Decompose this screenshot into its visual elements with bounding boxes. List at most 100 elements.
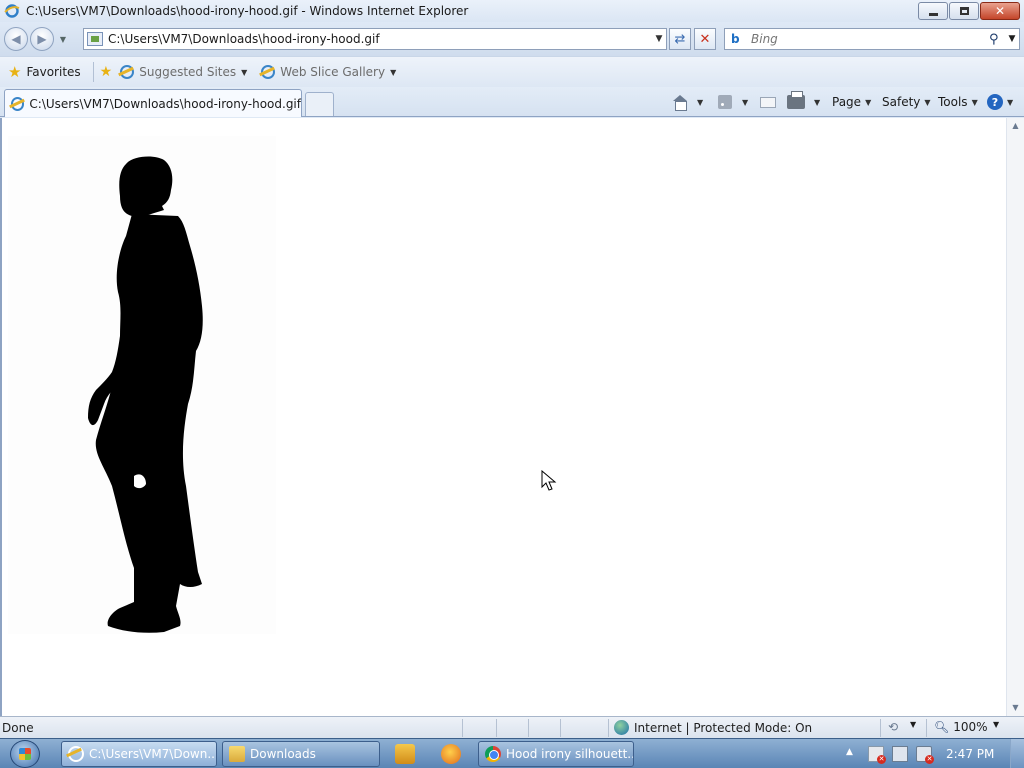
chevron-down-icon: ▼ bbox=[1007, 97, 1014, 107]
refresh-icon: ⇄ bbox=[674, 31, 686, 47]
clock[interactable]: 2:47 PM bbox=[946, 747, 994, 761]
zoom-dropdown-icon[interactable]: ▼ bbox=[993, 720, 999, 729]
address-dropdown[interactable]: ▼ bbox=[652, 34, 666, 44]
taskbar-button-chrome[interactable]: Hood irony silhouett... bbox=[478, 741, 634, 767]
address-bar[interactable]: ▼ bbox=[83, 28, 667, 50]
stop-button[interactable]: ✕ bbox=[694, 28, 716, 50]
page-content: ▲ ▼ bbox=[0, 118, 1024, 716]
suggested-sites-link[interactable]: Suggested Sites ▼ bbox=[120, 65, 247, 79]
forward-button[interactable]: ▶ bbox=[30, 27, 54, 51]
add-to-favorites-bar-icon[interactable]: ★ bbox=[100, 64, 113, 80]
print-button[interactable]: ▼ bbox=[787, 91, 820, 113]
status-divider bbox=[926, 719, 927, 737]
minimize-button[interactable] bbox=[918, 2, 948, 20]
scroll-down-icon[interactable]: ▼ bbox=[1007, 700, 1024, 716]
address-input[interactable] bbox=[108, 32, 652, 46]
help-icon: ? bbox=[987, 94, 1003, 110]
status-divider bbox=[462, 719, 463, 737]
chevron-down-icon[interactable]: ▼ bbox=[697, 98, 703, 107]
taskbar-button-ie[interactable]: C:\Users\VM7\Down... bbox=[61, 741, 217, 767]
ie-icon bbox=[11, 96, 25, 111]
chevron-down-icon: ▼ bbox=[865, 97, 872, 107]
taskbar-button-label: Hood irony silhouett... bbox=[506, 747, 634, 761]
mail-icon bbox=[760, 96, 776, 108]
navigation-bar: ◀ ▶ ▼ ▼ ⇄ ✕ b ⚲ ▼ bbox=[0, 22, 1024, 56]
safety-menu-label: Safety bbox=[882, 95, 921, 109]
scroll-up-icon[interactable]: ▲ bbox=[1007, 118, 1024, 134]
status-bar: Done Internet | Protected Mode: On ⟲ ▼ 🔍… bbox=[0, 716, 1024, 738]
media-player-icon[interactable] bbox=[395, 744, 415, 764]
security-zone-label: Internet | Protected Mode: On bbox=[634, 720, 813, 735]
show-hidden-icons-button[interactable]: ▲ bbox=[846, 747, 853, 757]
ie-icon bbox=[120, 65, 135, 79]
web-slice-gallery-link[interactable]: Web Slice Gallery ▼ bbox=[261, 65, 396, 79]
search-icon[interactable]: ⚲ bbox=[989, 32, 1005, 47]
feed-icon bbox=[718, 95, 732, 109]
network-icon[interactable] bbox=[892, 746, 908, 762]
chevron-down-icon[interactable]: ▼ bbox=[910, 720, 916, 729]
zoom-control[interactable]: 🔍︎ 100% bbox=[934, 720, 988, 734]
printer-icon bbox=[787, 91, 805, 109]
safety-menu[interactable]: Safety ▼ bbox=[882, 91, 931, 113]
favorites-star-icon: ★ bbox=[8, 63, 22, 81]
window-controls: ✕ bbox=[918, 2, 1020, 20]
status-divider bbox=[880, 719, 881, 737]
tab-label: C:\Users\VM7\Downloads\hood-irony-hood.g… bbox=[29, 96, 301, 111]
vertical-scrollbar[interactable]: ▲ ▼ bbox=[1006, 118, 1024, 716]
help-menu[interactable]: ? ▼ bbox=[987, 91, 1013, 113]
restore-button[interactable] bbox=[949, 2, 979, 20]
ie-icon bbox=[4, 4, 20, 18]
chevron-down-icon: ▼ bbox=[971, 97, 978, 107]
read-mail-button[interactable] bbox=[760, 91, 776, 113]
show-desktop-button[interactable] bbox=[1010, 739, 1024, 768]
chevron-down-icon: ▼ bbox=[241, 67, 248, 77]
favorites-bar: ★ Favorites ★ Suggested Sites ▼ Web Slic… bbox=[0, 56, 1024, 87]
zoom-icon: 🔍︎ bbox=[934, 720, 950, 734]
search-options-dropdown[interactable]: ▼ bbox=[1005, 34, 1019, 44]
recent-pages-dropdown[interactable]: ▼ bbox=[56, 35, 70, 44]
tab-current[interactable]: C:\Users\VM7\Downloads\hood-irony-hood.g… bbox=[4, 89, 302, 117]
taskbar-button-label: C:\Users\VM7\Down... bbox=[89, 747, 217, 761]
search-box[interactable]: b ⚲ ▼ bbox=[724, 28, 1020, 50]
status-divider bbox=[528, 719, 529, 737]
window-title: C:\Users\VM7\Downloads\hood-irony-hood.g… bbox=[26, 4, 469, 18]
suggested-sites-label: Suggested Sites bbox=[139, 65, 237, 79]
stop-icon: ✕ bbox=[699, 31, 711, 47]
forward-arrow-icon: ▶ bbox=[37, 32, 47, 46]
chevron-down-icon[interactable]: ▼ bbox=[814, 98, 820, 107]
favorites-separator bbox=[92, 62, 94, 82]
back-arrow-icon: ◀ bbox=[11, 32, 21, 46]
favorites-label: Favorites bbox=[26, 65, 81, 79]
feeds-button[interactable]: ▼ bbox=[718, 91, 748, 113]
chrome-icon bbox=[485, 746, 501, 762]
ie-icon bbox=[68, 746, 84, 762]
title-bar: C:\Users\VM7\Downloads\hood-irony-hood.g… bbox=[0, 0, 1024, 22]
tools-menu[interactable]: Tools ▼ bbox=[938, 91, 978, 113]
page-image-icon bbox=[87, 32, 103, 46]
close-button[interactable]: ✕ bbox=[980, 2, 1020, 20]
page-menu[interactable]: Page ▼ bbox=[832, 91, 871, 113]
back-button[interactable]: ◀ bbox=[4, 27, 28, 51]
chevron-down-icon: ▼ bbox=[390, 67, 397, 77]
start-button[interactable] bbox=[10, 740, 40, 768]
zoom-level: 100% bbox=[953, 720, 988, 734]
bing-icon: b bbox=[731, 32, 740, 46]
volume-icon[interactable] bbox=[916, 746, 934, 764]
silhouette-image bbox=[8, 136, 276, 634]
home-button[interactable]: ▼ bbox=[672, 91, 703, 113]
taskbar-button-label: Downloads bbox=[250, 747, 316, 761]
refresh-button[interactable]: ⇄ bbox=[669, 28, 691, 50]
status-text: Done bbox=[2, 720, 34, 735]
chevron-down-icon[interactable]: ▼ bbox=[742, 98, 748, 107]
action-center-flag-icon[interactable] bbox=[868, 746, 886, 764]
status-divider bbox=[496, 719, 497, 737]
taskbar: C:\Users\VM7\Down... Downloads Hood iron… bbox=[0, 738, 1024, 768]
security-zone[interactable]: Internet | Protected Mode: On bbox=[614, 720, 812, 735]
chevron-down-icon: ▼ bbox=[924, 97, 931, 107]
search-input[interactable] bbox=[751, 32, 989, 46]
protected-mode-icon[interactable]: ⟲ bbox=[888, 720, 898, 734]
favorites-button[interactable]: ★ Favorites bbox=[2, 61, 87, 83]
new-tab-button[interactable] bbox=[305, 92, 334, 116]
firefox-icon[interactable] bbox=[441, 744, 461, 764]
taskbar-button-downloads[interactable]: Downloads bbox=[222, 741, 380, 767]
